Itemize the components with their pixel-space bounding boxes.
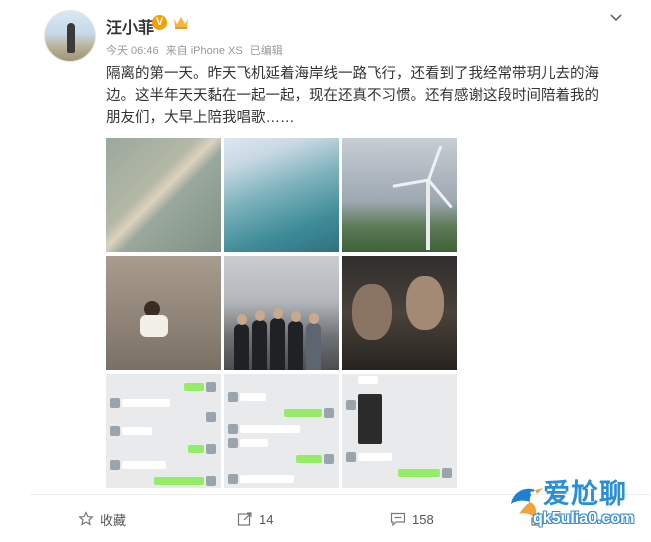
comment-count: 158 xyxy=(412,511,434,527)
favorite-button[interactable]: 收藏 xyxy=(78,496,126,542)
turbine-blade xyxy=(427,145,443,181)
photo-coastline[interactable] xyxy=(224,138,339,252)
username[interactable]: 汪小菲 xyxy=(106,14,154,38)
share-icon xyxy=(237,512,252,526)
comment-icon xyxy=(390,512,406,527)
post-time: 今天 06:46 xyxy=(106,45,159,57)
verified-badge-icon: V xyxy=(152,15,167,30)
chevron-down-icon[interactable] xyxy=(608,10,624,26)
turbine-tower xyxy=(426,180,430,250)
face xyxy=(352,284,392,340)
turbine-blade xyxy=(427,179,453,209)
photo-wind-turbine[interactable] xyxy=(342,138,457,252)
star-icon xyxy=(78,511,94,526)
share-count: 14 xyxy=(259,511,274,527)
post-source: 来自 iPhone XS xyxy=(165,45,243,57)
photo-selfie[interactable] xyxy=(342,256,457,370)
watermark-url: qk5ulia0.com xyxy=(533,510,635,527)
photo-chat-screenshot[interactable] xyxy=(106,374,221,488)
turbine-blade xyxy=(392,178,429,188)
photo-chat-screenshot[interactable] xyxy=(342,374,457,488)
member-crown-icon xyxy=(174,17,188,29)
avatar-figure xyxy=(67,23,75,53)
post-text: 隔离的第一天。昨天飞机延着海岸线一路飞行，还看到了我经常带玥儿去的海边。这半年天… xyxy=(106,66,599,126)
photo-grid xyxy=(106,138,457,488)
face xyxy=(406,276,444,330)
photo-child-on-beach[interactable] xyxy=(106,256,221,370)
share-button[interactable]: 14 xyxy=(237,496,273,542)
video-thumbnail xyxy=(358,394,382,444)
weibo-post-card: 汪小菲 V 今天 06:46 来自 iPhone XS 已编辑 隔离的第一天。昨… xyxy=(0,0,651,542)
comment-button[interactable]: 158 xyxy=(390,496,434,542)
avatar[interactable] xyxy=(44,10,96,62)
post-meta: 今天 06:46 来自 iPhone XS 已编辑 xyxy=(106,42,287,58)
favorite-label: 收藏 xyxy=(100,512,127,528)
site-watermark: 爱尬聊 qk5ulia0.com xyxy=(505,470,651,542)
photo-group[interactable] xyxy=(224,256,339,370)
watermark-title: 爱尬聊 xyxy=(543,479,627,509)
photo-chat-screenshot[interactable] xyxy=(224,374,339,488)
child-figure xyxy=(136,301,176,345)
photo-sandbar[interactable] xyxy=(106,138,221,252)
edited-label[interactable]: 已编辑 xyxy=(250,45,283,57)
group-figures xyxy=(232,308,332,370)
